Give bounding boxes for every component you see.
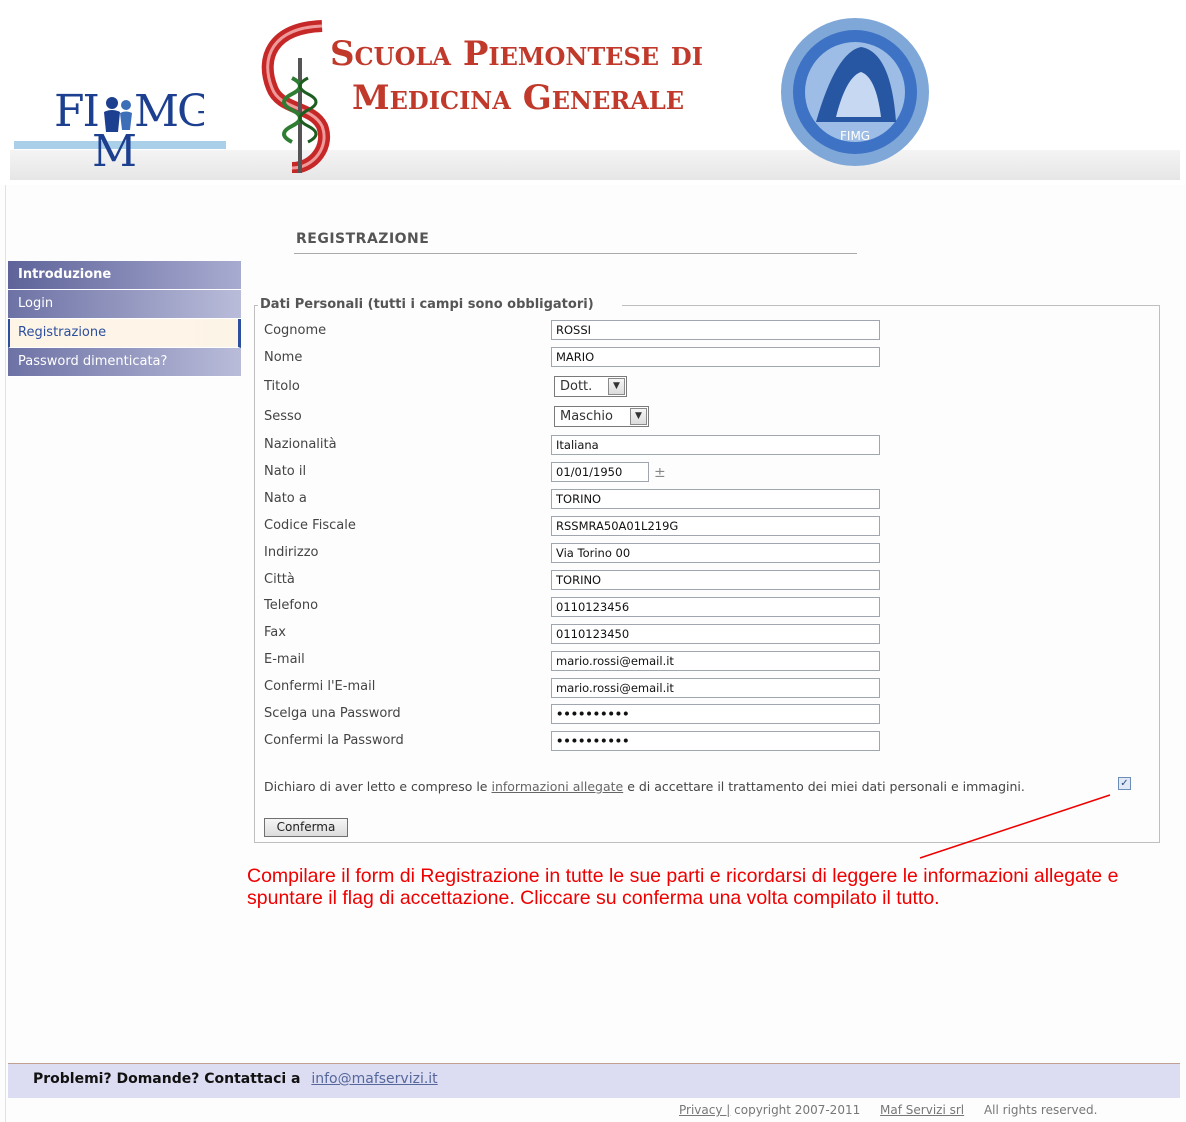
sidebar-item-login[interactable]: Login xyxy=(8,290,241,319)
telefono-label: Telefono xyxy=(264,598,319,613)
titolo-select[interactable]: Dott. ▼ xyxy=(554,376,627,397)
nazionalita-label: Nazionalità xyxy=(264,437,337,452)
nato-a-input[interactable]: TORINO xyxy=(551,489,880,509)
password-input[interactable]: •••••••••• xyxy=(551,704,880,724)
fieldset-top-border-right xyxy=(622,305,1159,306)
footer-legal: Privacy | copyright 2007-2011 Maf Serviz… xyxy=(679,1103,1097,1117)
indirizzo-input[interactable]: Via Torino 00 xyxy=(551,543,880,563)
password-label: Scelga una Password xyxy=(264,706,401,721)
conferma-button[interactable]: Conferma xyxy=(264,818,348,837)
consent-checkbox[interactable]: ✓ xyxy=(1118,777,1131,790)
nome-label: Nome xyxy=(264,350,303,365)
footer-question: Problemi? Domande? Contattaci a xyxy=(33,1071,301,1087)
sidebar-item-introduzione[interactable]: Introduzione xyxy=(8,261,241,290)
nato-il-label: Nato il xyxy=(264,464,307,479)
confirm-email-label: Confermi l'E-mail xyxy=(264,679,376,694)
sesso-select-value: Maschio xyxy=(560,409,613,424)
svg-text:MG: MG xyxy=(134,86,204,137)
cognome-label: Cognome xyxy=(264,323,327,338)
confirm-email-input[interactable]: mario.rossi@email.it xyxy=(551,678,880,698)
email-input[interactable]: mario.rossi@email.it xyxy=(551,651,880,671)
seal-logo-icon: FIMG xyxy=(781,18,929,166)
titolo-label: Titolo xyxy=(264,379,300,394)
instruction-annotation: Compilare il form di Registrazione in tu… xyxy=(247,865,1119,909)
footer-contact: Problemi? Domande? Contattaci a info@maf… xyxy=(33,1071,438,1087)
title-divider xyxy=(294,253,857,254)
nato-a-label: Nato a xyxy=(264,491,307,506)
privacy-link[interactable]: Privacy | xyxy=(679,1103,730,1117)
consent-declaration: Dichiaro di aver letto e compreso le inf… xyxy=(264,779,1025,794)
chevron-down-icon[interactable]: ▼ xyxy=(630,408,647,425)
svg-text:FIMG: FIMG xyxy=(840,129,870,143)
sidebar-item-registrazione[interactable]: Registrazione xyxy=(8,319,241,348)
fieldset-top-border xyxy=(254,305,258,306)
sesso-label: Sesso xyxy=(264,409,302,424)
fax-input[interactable]: 0110123450 xyxy=(551,624,880,644)
sesso-select[interactable]: Maschio ▼ xyxy=(554,406,649,427)
fieldset-legend: Dati Personali (tutti i campi sono obbli… xyxy=(260,297,594,312)
citta-input[interactable]: TORINO xyxy=(551,570,880,590)
nato-il-input[interactable]: 01/01/1950 xyxy=(551,462,649,482)
fimmg-logo-graphic: FI MG M xyxy=(54,86,212,177)
school-title-line2: Medicina Generale xyxy=(352,78,684,118)
header: FI MG M Scuola Piemontese di Medicina Ge… xyxy=(0,0,1186,185)
chevron-down-icon[interactable]: ▼ xyxy=(608,378,625,395)
svg-text:M: M xyxy=(92,126,135,166)
contact-email-link[interactable]: info@mafservizi.it xyxy=(311,1071,437,1087)
declaration-text-after: e di accettare il trattamento dei miei d… xyxy=(627,779,1025,794)
rights-text: All rights reserved. xyxy=(983,1103,1098,1117)
citta-label: Città xyxy=(264,572,295,587)
declaration-text-before: Dichiaro di aver letto e compreso le xyxy=(264,779,488,794)
nome-input[interactable]: MARIO xyxy=(551,347,880,367)
sidebar: Introduzione Login Registrazione Passwor… xyxy=(8,261,241,377)
indirizzo-label: Indirizzo xyxy=(264,545,319,560)
titolo-select-value: Dott. xyxy=(560,379,593,394)
codice-fiscale-label: Codice Fiscale xyxy=(264,518,356,533)
school-title: Scuola Piemontese di Medicina Generale xyxy=(330,32,703,120)
fimmg-logo: FI MG M xyxy=(54,86,212,177)
informazioni-allegate-link[interactable]: informazioni allegate xyxy=(491,779,623,794)
school-title-line1: Scuola Piemontese di xyxy=(330,34,703,74)
fax-label: Fax xyxy=(264,625,286,640)
copyright-text: copyright 2007-2011 xyxy=(734,1103,861,1117)
codice-fiscale-input[interactable]: RSSMRA50A01L219G xyxy=(551,516,880,536)
page-title: REGISTRAZIONE xyxy=(296,231,430,247)
cognome-input[interactable]: ROSSI xyxy=(551,320,880,340)
nazionalita-input[interactable]: Italiana xyxy=(551,435,880,455)
confirm-password-input[interactable]: •••••••••• xyxy=(551,731,880,751)
confirm-password-label: Confermi la Password xyxy=(264,733,404,748)
telefono-input[interactable]: 0110123456 xyxy=(551,597,880,617)
company-link[interactable]: Maf Servizi srl xyxy=(880,1103,964,1117)
sidebar-item-password-dimenticata[interactable]: Password dimenticata? xyxy=(8,348,241,377)
email-label: E-mail xyxy=(264,652,305,667)
calendar-picker-icon[interactable]: ± xyxy=(654,465,666,481)
